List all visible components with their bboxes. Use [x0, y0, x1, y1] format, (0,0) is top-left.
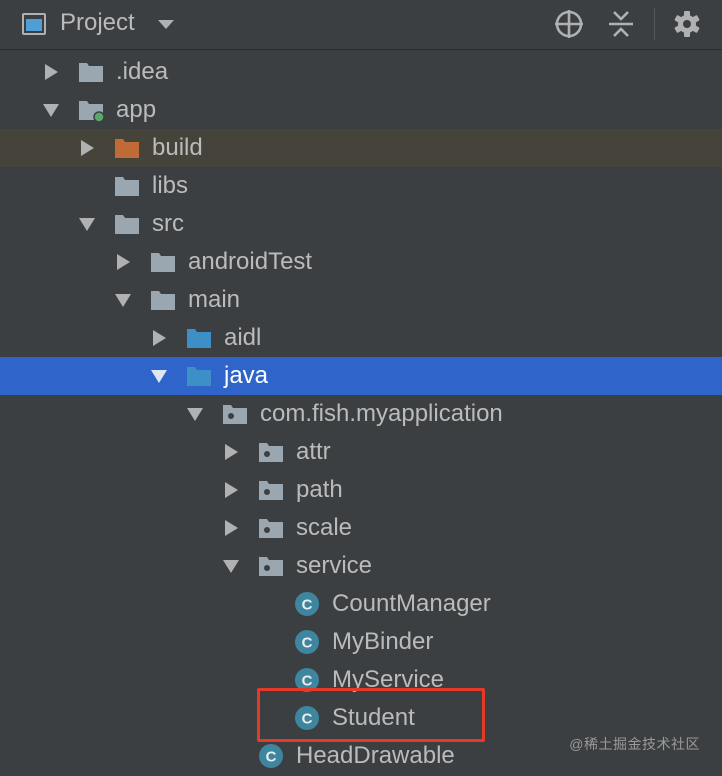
gear-icon[interactable]	[671, 8, 703, 40]
package-icon	[258, 516, 284, 540]
highlight-box	[257, 688, 485, 742]
expand-arrow-icon[interactable]	[223, 557, 239, 575]
package-icon	[258, 478, 284, 502]
tree-item-label: HeadDrawable	[296, 742, 455, 769]
tree-row[interactable]: aidl	[0, 319, 722, 357]
tree-item-label: service	[296, 552, 373, 579]
tree-row[interactable]: com.fish.myapplication	[0, 395, 722, 433]
panel-title[interactable]: Project	[60, 9, 135, 37]
tree-row[interactable]: libs	[0, 167, 722, 205]
class-icon: C	[294, 629, 320, 654]
tree-item-label: CountManager	[332, 590, 491, 617]
collapse-all-icon[interactable]	[605, 8, 637, 40]
package-icon	[258, 554, 284, 578]
expand-arrow-icon[interactable]	[187, 405, 203, 423]
svg-text:C: C	[302, 635, 313, 652]
collapse-arrow-icon[interactable]	[43, 63, 59, 81]
tree-item-label: androidTest	[188, 248, 313, 275]
tree-item-label: aidl	[224, 324, 262, 351]
svg-text:C: C	[302, 597, 313, 614]
module-folder-icon	[78, 98, 104, 122]
excluded-folder-icon	[114, 136, 140, 160]
chevron-down-icon[interactable]	[158, 20, 174, 29]
tree-row[interactable]: java	[0, 357, 722, 395]
collapse-arrow-icon[interactable]	[223, 443, 239, 461]
folder-icon	[150, 250, 176, 274]
tree-item-label: .idea	[116, 58, 169, 85]
folder-icon	[114, 212, 140, 236]
tree-row[interactable]: scale	[0, 509, 722, 547]
tree-item-label: main	[188, 286, 241, 313]
source-folder-icon	[186, 364, 212, 388]
tree-item-label: app	[116, 96, 157, 123]
tree-row[interactable]: C MyBinder	[0, 623, 722, 661]
collapse-arrow-icon[interactable]	[79, 139, 95, 157]
watermark: @稀土掘金技术社区	[569, 736, 700, 752]
locate-icon[interactable]	[553, 8, 585, 40]
expand-arrow-icon[interactable]	[115, 291, 131, 309]
tree-item-label: scale	[296, 514, 353, 541]
folder-icon	[150, 288, 176, 312]
class-icon: C	[258, 743, 284, 768]
package-icon	[222, 402, 248, 426]
tree-item-label: path	[296, 476, 343, 503]
expand-arrow-icon[interactable]	[79, 215, 95, 233]
collapse-arrow-icon[interactable]	[151, 329, 167, 347]
svg-text:C: C	[302, 673, 313, 690]
tree-item-label: com.fish.myapplication	[260, 400, 503, 427]
tree-row[interactable]: src	[0, 205, 722, 243]
source-folder-icon	[186, 326, 212, 350]
tree-row[interactable]: androidTest	[0, 243, 722, 281]
tree-item-label: MyBinder	[332, 628, 434, 655]
collapse-arrow-icon[interactable]	[115, 253, 131, 271]
tree-item-label: build	[152, 134, 203, 161]
collapse-arrow-icon[interactable]	[223, 519, 239, 537]
tree-item-label: attr	[296, 438, 331, 465]
svg-text:C: C	[266, 749, 277, 766]
tree-item-label: src	[152, 210, 184, 237]
expand-arrow-icon[interactable]	[43, 101, 59, 119]
folder-icon	[78, 60, 104, 84]
tree-item-label: java	[224, 362, 269, 389]
tree-row[interactable]: C CountManager	[0, 585, 722, 623]
tree-row[interactable]: main	[0, 281, 722, 319]
project-view-icon[interactable]	[22, 13, 46, 35]
tree-row[interactable]: attr	[0, 433, 722, 471]
expand-arrow-icon[interactable]	[151, 367, 167, 385]
tool-window-header: Project	[0, 0, 722, 50]
tree-row[interactable]: build	[0, 129, 722, 167]
tree-row[interactable]: app	[0, 91, 722, 129]
class-icon: C	[294, 591, 320, 616]
tree-row[interactable]: path	[0, 471, 722, 509]
folder-icon	[114, 174, 140, 198]
tree-item-label: libs	[152, 172, 189, 199]
toolbar-separator	[654, 8, 655, 40]
tree-row[interactable]: .idea	[0, 53, 722, 91]
package-icon	[258, 440, 284, 464]
collapse-arrow-icon[interactable]	[223, 481, 239, 499]
tree-row[interactable]: service	[0, 547, 722, 585]
